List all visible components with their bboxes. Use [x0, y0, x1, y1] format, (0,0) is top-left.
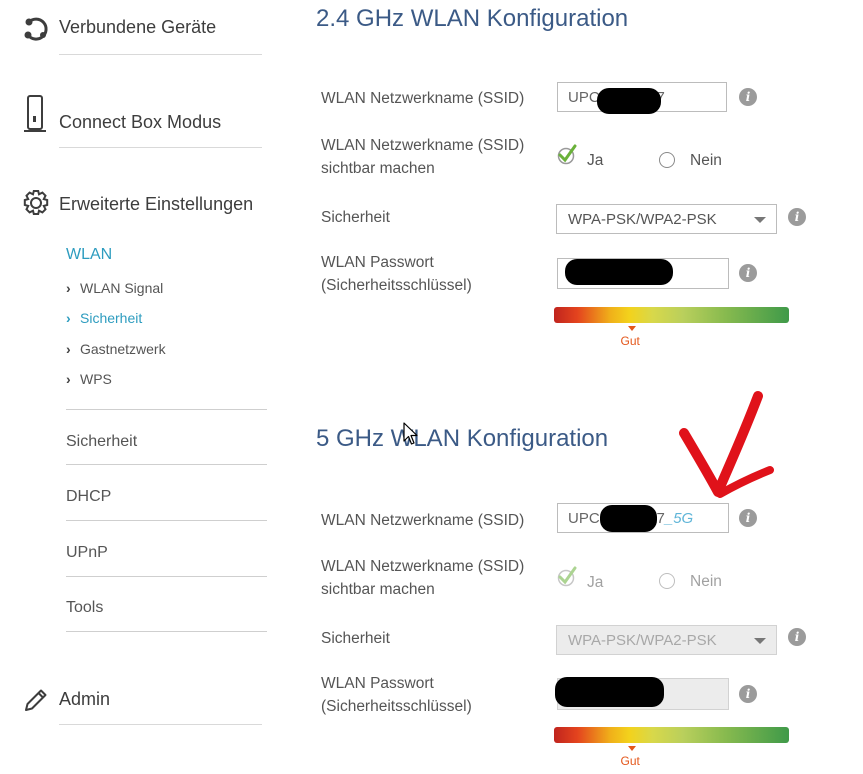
sidebar-item-label: WPS	[80, 371, 112, 387]
sidebar-item-wps[interactable]: › WPS	[66, 371, 112, 387]
wlan24-strength-label: Gut	[620, 334, 640, 348]
sidebar-section-tools[interactable]: Tools	[66, 599, 267, 617]
sidebar-item-label: Gastnetzwerk	[80, 341, 166, 357]
strength-marker	[627, 746, 636, 751]
divider	[66, 576, 267, 577]
wlan24-security-label: Sicherheit	[321, 209, 390, 226]
wlan24-security-select[interactable]: WPA-PSK/WPA2-PSK	[556, 204, 777, 234]
sidebar-wlan-heading[interactable]: WLAN	[66, 246, 112, 264]
select-value: WPA-PSK/WPA2-PSK	[568, 211, 717, 228]
modem-icon	[22, 95, 50, 132]
sidebar-item-wlan-signal[interactable]: › WLAN Signal	[66, 280, 163, 296]
wlan5-visible-label: WLAN Netzwerkname (SSID) sichtbar machen	[321, 555, 524, 601]
label-line: WLAN Passwort	[321, 254, 434, 271]
checkmark-icon	[557, 144, 577, 165]
pencil-icon	[22, 686, 50, 716]
divider	[66, 520, 267, 521]
sidebar-section-label: DHCP	[66, 488, 112, 505]
label-line: WLAN Passwort	[321, 675, 434, 692]
info-icon[interactable]: i	[739, 264, 757, 282]
radio-label: Ja	[587, 574, 604, 591]
wlan5-strength-label: Gut	[620, 754, 640, 768]
wlan5-password-label: WLAN Passwort (Sicherheitsschlüssel)	[321, 672, 472, 718]
radio-label: Nein	[690, 152, 722, 169]
checkmark-icon	[557, 566, 577, 587]
ssid-prefix: UPC	[568, 510, 600, 527]
chevron-right-icon: ›	[66, 280, 71, 296]
nav-label: Admin	[59, 689, 111, 709]
chevron-right-icon: ›	[66, 371, 71, 387]
wlan24-password-label: WLAN Passwort (Sicherheitsschlüssel)	[321, 251, 472, 297]
sidebar-section-label: UPnP	[66, 544, 108, 561]
ssid-prefix: UPC	[568, 89, 600, 106]
connected-devices-icon	[22, 15, 50, 45]
nav-connect-box-mode[interactable]: Connect Box Modus	[22, 95, 262, 150]
nav-admin[interactable]: Admin	[22, 686, 262, 726]
strength-marker	[627, 326, 636, 331]
info-icon[interactable]: i	[788, 208, 806, 226]
chevron-down-icon	[754, 217, 766, 223]
nav-label: Verbundene Geräte	[59, 17, 217, 37]
wlan24-visible-label: WLAN Netzwerkname (SSID) sichtbar machen	[321, 134, 524, 180]
red-checkmark-annotation	[679, 391, 774, 498]
chevron-right-icon: ›	[66, 341, 71, 357]
sidebar-item-guest-network[interactable]: › Gastnetzwerk	[66, 341, 166, 357]
label-line: (Sicherheitsschlüssel)	[321, 277, 472, 294]
label-line: (Sicherheitsschlüssel)	[321, 698, 472, 715]
radio-label: Ja	[587, 152, 604, 169]
mouse-cursor-icon	[403, 422, 418, 445]
nav-label: Connect Box Modus	[59, 112, 222, 132]
nav-advanced-settings[interactable]: Erweiterte Einstellungen	[22, 189, 262, 229]
nav-label: Erweiterte Einstellungen	[59, 194, 254, 214]
wlan24-strength-bar	[554, 307, 789, 323]
sidebar-item-label: Sicherheit	[80, 310, 143, 326]
chevron-right-icon: ›	[66, 310, 71, 326]
wlan5-security-label: Sicherheit	[321, 630, 390, 647]
select-value: WPA-PSK/WPA2-PSK	[568, 632, 717, 649]
wlan24-ssid-label: WLAN Netzwerkname (SSID)	[321, 90, 525, 107]
nav-connected-devices[interactable]: Verbundene Geräte	[22, 15, 262, 60]
redaction-mark	[555, 677, 664, 707]
wlan5-title: 5 GHz WLAN Konfiguration	[316, 425, 609, 452]
wlan24-title: 2.4 GHz WLAN Konfiguration	[316, 5, 629, 32]
radio-label: Nein	[690, 573, 722, 590]
sidebar-section-label: Sicherheit	[66, 433, 138, 450]
radio-circle	[659, 573, 675, 589]
sidebar-item-label: WLAN Signal	[80, 280, 164, 296]
label-line: sichtbar machen	[321, 581, 435, 598]
divider	[66, 631, 267, 632]
divider	[59, 54, 262, 55]
divider	[59, 147, 262, 148]
info-icon[interactable]: i	[739, 685, 757, 703]
wlan5-strength-bar	[554, 727, 789, 743]
sidebar-section-security[interactable]: Sicherheit	[66, 433, 267, 451]
sidebar-item-security[interactable]: › Sicherheit	[66, 310, 142, 326]
info-icon[interactable]: i	[788, 628, 806, 646]
sidebar-section-upnp[interactable]: UPnP	[66, 544, 267, 562]
info-icon[interactable]: i	[739, 88, 757, 106]
label-line: sichtbar machen	[321, 160, 435, 177]
chevron-down-icon	[754, 638, 766, 644]
label-line: WLAN Netzwerkname (SSID)	[321, 558, 525, 575]
redaction-mark	[597, 88, 661, 114]
divider	[59, 724, 262, 725]
wlan5-ssid-label: WLAN Netzwerkname (SSID)	[321, 512, 525, 529]
redaction-mark	[600, 505, 657, 532]
radio-circle	[659, 152, 675, 168]
label-line: WLAN Netzwerkname (SSID)	[321, 137, 525, 154]
divider	[66, 464, 267, 465]
redaction-mark	[565, 259, 673, 285]
divider	[66, 409, 267, 410]
sidebar-section-dhcp[interactable]: DHCP	[66, 488, 267, 506]
sidebar-section-label: Tools	[66, 599, 104, 616]
gear-icon	[22, 189, 50, 219]
wlan5-security-select[interactable]: WPA-PSK/WPA2-PSK	[556, 625, 777, 655]
